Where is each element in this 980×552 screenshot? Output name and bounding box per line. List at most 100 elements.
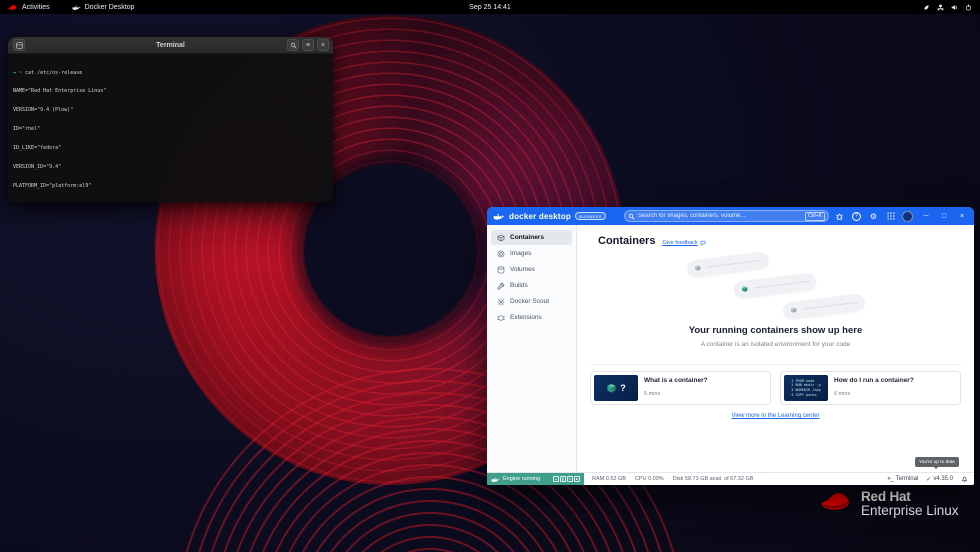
empty-state-heading: Your running containers show up here: [577, 325, 974, 336]
sidebar-item-containers[interactable]: Containers: [491, 230, 572, 245]
terminal-prompt-icon: >_: [888, 476, 894, 482]
learning-card-how-do-i-run-a-container[interactable]: 1 FROM node 2 RUN mkdir -p 3 WORKDIR /ap…: [780, 371, 961, 405]
terminal-menu-button[interactable]: ≡: [302, 39, 314, 51]
terminal-tabs-button[interactable]: [13, 39, 25, 51]
terminal-line: VERSION="9.4 (Plow)": [13, 107, 328, 113]
docker-whale-icon: [491, 476, 500, 483]
account-button[interactable]: [901, 210, 914, 223]
maximize-button[interactable]: □: [938, 210, 950, 222]
learning-center-link[interactable]: View more in the Learning center: [577, 413, 974, 419]
search-icon: [628, 213, 635, 220]
container-capsule-illustration: [733, 272, 816, 299]
container-capsule-illustration: [782, 293, 865, 320]
cube-icon: [606, 383, 617, 394]
network-icon[interactable]: [937, 4, 944, 11]
redhat-fedora-icon: [820, 490, 854, 512]
terminal-line: NAME="Red Hat Enterprise Linux": [13, 88, 328, 94]
sidebar-item-docker-scout[interactable]: Docker Scout: [491, 294, 572, 309]
update-tooltip: You're up to date: [915, 457, 959, 467]
rhel-brand-line2: Enterprise Linux: [861, 504, 959, 518]
help-button[interactable]: ?: [850, 210, 863, 223]
desktop: Activities Docker Desktop Sep 25 14:41: [0, 0, 980, 552]
clock-button[interactable]: Sep 25 14:41: [0, 4, 980, 11]
containers-view: Containers Give feedback: [577, 225, 974, 472]
dockerfile-snippet: 1 FROM node 2 RUN mkdir -p 3 WORKDIR /ap…: [791, 379, 821, 397]
sidebar-item-label: Containers: [510, 234, 544, 241]
card-thumbnail: ?: [594, 375, 638, 401]
apps-grid-button[interactable]: [884, 210, 897, 223]
container-capsule-illustration: [686, 251, 769, 278]
docker-whale-icon: [493, 212, 505, 221]
settings-button[interactable]: ⚙: [867, 210, 880, 223]
sidebar-item-images[interactable]: Images: [491, 246, 572, 261]
business-badge: BUSINESS: [575, 212, 606, 220]
system-tray: [923, 4, 972, 11]
restart-icon[interactable]: ↻: [567, 476, 573, 482]
cpu-usage: CPU 0.09%: [635, 476, 664, 482]
terminal-close-button[interactable]: ×: [317, 39, 329, 51]
global-search[interactable]: Ctrl+K: [624, 210, 829, 222]
version-button[interactable]: ✓ v4.35.0: [926, 476, 953, 483]
sidebar-item-label: Builds: [510, 282, 528, 289]
engine-status[interactable]: Engine running ▸ ❚ ↻ ■: [487, 473, 584, 485]
ram-usage: RAM 0.52 GB: [592, 476, 626, 482]
question-mark: ?: [620, 383, 626, 393]
docker-brand: docker desktop: [509, 212, 571, 221]
terminal-line: ID_LIKE="fedora": [13, 145, 328, 151]
docker-scout-icon: [497, 298, 505, 306]
terminal-output[interactable]: → ~ cat /etc/os-release NAME="Red Hat En…: [8, 54, 333, 202]
close-button[interactable]: ×: [956, 210, 968, 222]
extensions-icon: [497, 314, 505, 322]
empty-state-subheading: A container is an isolated environment f…: [577, 341, 974, 348]
rhel-branding: Red Hat Enterprise Linux: [820, 490, 959, 518]
terminal-line: ID="rhel": [13, 126, 328, 132]
help-icon: ?: [852, 212, 861, 221]
version-label: v4.35.0: [933, 476, 953, 482]
sidebar-item-label: Volumes: [510, 266, 535, 273]
power-icon[interactable]: [965, 4, 972, 11]
disk-usage: Disk 58.73 GB avail. of 67.32 GB: [673, 476, 754, 482]
cube-icon: [741, 285, 749, 293]
card-title: What is a container?: [644, 377, 708, 384]
docker-desktop-window: docker desktop BUSINESS Ctrl+K ? ⚙: [487, 207, 974, 485]
sidebar-item-label: Images: [510, 250, 531, 257]
volume-icon[interactable]: [951, 4, 958, 11]
terminal-search-button[interactable]: [287, 39, 299, 51]
notifications-bell-icon[interactable]: [961, 475, 968, 483]
terminal-line: VERSION_ID="9.4": [13, 164, 328, 170]
pause-icon[interactable]: ❚: [560, 476, 566, 482]
cube-icon: [694, 264, 702, 272]
builds-icon: [497, 282, 505, 290]
check-icon: ✓: [926, 476, 931, 483]
gnome-top-bar: Activities Docker Desktop Sep 25 14:41: [0, 0, 980, 14]
sidebar-item-label: Extensions: [510, 314, 542, 321]
sidebar-item-builds[interactable]: Builds: [491, 278, 572, 293]
resume-icon[interactable]: ▸: [553, 476, 559, 482]
docker-statusbar: Engine running ▸ ❚ ↻ ■ RAM 0.52 GB CPU 0…: [487, 472, 974, 485]
search-input[interactable]: [638, 213, 802, 219]
sidebar-item-extensions[interactable]: Extensions: [491, 310, 572, 325]
minimize-button[interactable]: ─: [920, 210, 932, 222]
troubleshoot-button[interactable]: [833, 210, 846, 223]
give-feedback-link[interactable]: Give feedback: [662, 240, 705, 246]
shell-prompt: →: [13, 70, 16, 76]
terminal-titlebar[interactable]: Terminal ≡ ×: [8, 37, 333, 54]
docker-sidebar: Containers Images Volumes: [487, 225, 577, 472]
resource-usage: RAM 0.52 GB CPU 0.09% Disk 58.73 GB avai…: [592, 476, 753, 482]
card-duration: 6 mins: [834, 391, 914, 397]
terminal-command-line: → ~ cat /etc/os-release: [13, 70, 328, 76]
divider: [590, 364, 961, 365]
terminal-line: PLATFORM_ID="platform:el9": [13, 183, 328, 189]
terminal-toggle-button[interactable]: >_ Terminal: [888, 476, 919, 482]
card-duration: 5 mins: [644, 391, 708, 397]
learning-card-what-is-a-container[interactable]: ? What is a container? 5 mins: [590, 371, 771, 405]
app-indicator-icon[interactable]: [923, 4, 930, 11]
sidebar-item-label: Docker Scout: [510, 298, 549, 305]
page-title: Containers: [598, 235, 655, 247]
docker-titlebar[interactable]: docker desktop BUSINESS Ctrl+K ? ⚙: [487, 207, 974, 225]
feedback-icon: [700, 240, 706, 246]
stop-icon[interactable]: ■: [574, 476, 580, 482]
terminal-title: Terminal: [8, 42, 333, 49]
card-thumbnail: 1 FROM node 2 RUN mkdir -p 3 WORKDIR /ap…: [784, 375, 828, 401]
sidebar-item-volumes[interactable]: Volumes: [491, 262, 572, 277]
